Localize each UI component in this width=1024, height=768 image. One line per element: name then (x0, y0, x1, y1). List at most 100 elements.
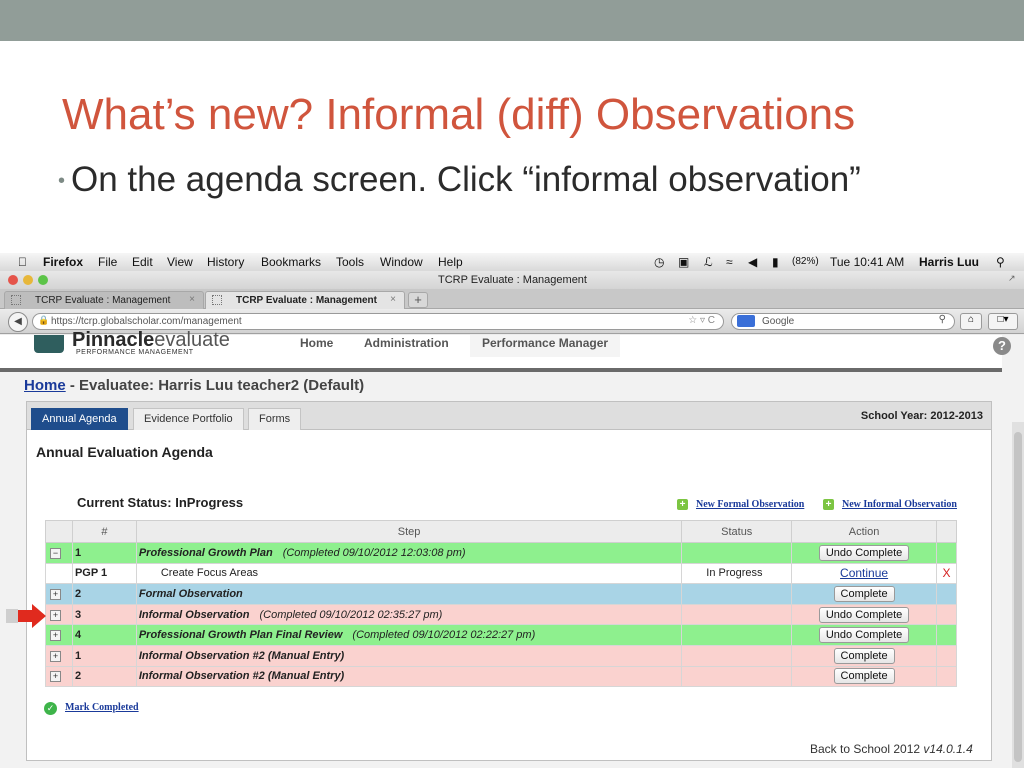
step-note: (Completed 09/10/2012 12:03:08 pm) (282, 546, 466, 559)
logo-subtitle: PERFORMANCE MANAGEMENT (76, 349, 194, 356)
spotlight-icon[interactable]: ⚲ (996, 255, 1005, 269)
slide-title: What’s new? Informal (diff) Observations (62, 90, 856, 139)
row-delete (935, 624, 958, 646)
nav-performance-manager[interactable]: Performance Manager (470, 335, 621, 357)
close-window-icon[interactable] (8, 275, 18, 285)
back-arrow-icon[interactable]: ◀ (8, 312, 28, 332)
complete-button[interactable]: Complete (833, 647, 895, 664)
home-icon[interactable]: ⌂ (960, 313, 982, 330)
agenda-panel: Annual Agenda Evidence Portfolio Forms S… (26, 401, 992, 761)
google-engine-icon[interactable] (737, 315, 755, 327)
step-name: Informal Observation #2 (Manual Entry) (138, 649, 345, 662)
expand-icon[interactable]: + (50, 671, 61, 683)
download-menu-icon[interactable]: □▾ (988, 313, 1018, 330)
logo-light: evaluate (154, 329, 230, 351)
lock-icon: 🔒 (38, 315, 50, 325)
help-icon[interactable]: ? (993, 337, 1011, 355)
row-step: Informal Observation #2 (Manual Entry) (135, 665, 683, 688)
tab-annual-agenda[interactable]: Annual Agenda (31, 408, 128, 430)
window-titlebar: TCRP Evaluate : Management ↗ (0, 271, 1024, 289)
row-action: Complete (791, 644, 937, 667)
header-status[interactable]: Status (681, 520, 793, 543)
complete-button[interactable]: Complete (833, 668, 895, 685)
bookmark-star-reload-icon[interactable]: ☆ ▿ C (688, 315, 715, 326)
slide-bullet: • On the agenda screen. Click “informal o… (58, 160, 861, 200)
browser-screenshot:  Firefox File Edit View History Bookmar… (0, 253, 1024, 768)
expand-icon[interactable]: + (50, 650, 61, 662)
fullscreen-icon[interactable]: ↗ (1008, 273, 1016, 284)
undo-complete-button[interactable]: Undo Complete (818, 627, 910, 644)
url-input[interactable]: 🔒 https://tcrp.globalscholar.com/managem… (32, 313, 724, 330)
header-step[interactable]: Step (135, 520, 683, 543)
browser-tab-1[interactable]: TCRP Evaluate : Management × (4, 291, 204, 309)
minimize-window-icon[interactable] (23, 275, 33, 285)
pinnacle-logo-icon (34, 335, 64, 353)
menu-history[interactable]: History (207, 255, 244, 269)
battery-percent: (82%) (792, 256, 819, 267)
header-delete (935, 520, 958, 543)
undo-complete-button[interactable]: Undo Complete (818, 544, 910, 561)
battery-icon[interactable]: ▮ (772, 255, 779, 269)
page-scrollbar[interactable] (1012, 422, 1024, 768)
table-row: PGP 1 Create Focus Areas In Progress Con… (45, 562, 958, 585)
new-informal-observation-link[interactable]: New Informal Observation (842, 499, 957, 510)
apple-icon[interactable]:  (18, 255, 27, 269)
header-action[interactable]: Action (791, 520, 937, 543)
complete-button[interactable]: Complete (833, 585, 895, 602)
collapse-icon[interactable]: − (50, 547, 61, 559)
nav-administration[interactable]: Administration (352, 335, 461, 351)
delete-x-icon[interactable]: X (942, 566, 950, 580)
bluetooth-icon[interactable]: ℒ (704, 255, 713, 269)
table-row: + 1 Informal Observation #2 (Manual Entr… (45, 644, 958, 667)
continue-link[interactable]: Continue (840, 566, 888, 580)
display-icon[interactable]: ▣ (678, 255, 689, 269)
check-icon: ✓ (44, 702, 57, 715)
wifi-icon[interactable]: ≈ (726, 255, 733, 269)
menu-file[interactable]: File (98, 255, 117, 269)
browser-tab-2[interactable]: TCRP Evaluate : Management × (205, 291, 405, 309)
step-name: Informal Observation #2 (Manual Entry) (138, 670, 345, 683)
menu-app-name[interactable]: Firefox (43, 255, 83, 269)
tab-forms[interactable]: Forms (248, 408, 302, 430)
expand-icon[interactable]: + (50, 588, 61, 600)
expand-icon[interactable]: + (50, 630, 61, 642)
row-step: Professional Growth Plan Final Review (Co… (135, 624, 683, 646)
expand-icon[interactable]: + (50, 609, 61, 621)
tab-evidence-portfolio[interactable]: Evidence Portfolio (133, 408, 244, 430)
menu-help[interactable]: Help (438, 255, 463, 269)
search-magnifier-icon[interactable]: ⚲ (939, 314, 946, 325)
menu-edit[interactable]: Edit (132, 255, 153, 269)
window-title: TCRP Evaluate : Management (438, 274, 587, 286)
table-header-row: # Step Status Action (45, 520, 958, 543)
tab-close-icon[interactable]: × (189, 294, 195, 305)
add-informal-plus-icon: + (823, 499, 834, 510)
row-status (681, 644, 793, 667)
menu-window[interactable]: Window (380, 255, 423, 269)
new-formal-observation-link[interactable]: New Formal Observation (696, 499, 804, 510)
step-note: (Completed 09/10/2012 02:22:27 pm) (352, 629, 536, 642)
footer-version-number: v14.0.1.4 (923, 742, 973, 756)
menubar-user[interactable]: Harris Luu (919, 255, 979, 269)
volume-icon[interactable]: ◀ (748, 255, 757, 269)
row-status: In Progress (681, 562, 793, 585)
mark-completed-link[interactable]: Mark Completed (65, 702, 139, 713)
menu-tools[interactable]: Tools (336, 255, 364, 269)
menu-view[interactable]: View (167, 255, 193, 269)
row-delete (935, 542, 958, 564)
menu-bookmarks[interactable]: Bookmarks (261, 255, 321, 269)
school-year: School Year: 2012-2013 (860, 410, 983, 422)
time-machine-icon[interactable]: ◷ (654, 255, 664, 269)
row-expander-empty (45, 562, 73, 585)
nav-home[interactable]: Home (288, 335, 345, 351)
browser-tab-label: TCRP Evaluate : Management (236, 295, 377, 306)
new-tab-plus-icon[interactable]: + (408, 292, 428, 308)
header-number[interactable]: # (71, 520, 137, 543)
undo-complete-button[interactable]: Undo Complete (818, 606, 910, 623)
table-row: − 1 Professional Growth Plan (Completed 0… (45, 542, 958, 564)
breadcrumb-home-link[interactable]: Home (24, 377, 66, 394)
menubar-clock[interactable]: Tue 10:41 AM (830, 255, 904, 269)
zoom-window-icon[interactable] (38, 275, 48, 285)
search-input[interactable]: Google ⚲ (731, 313, 955, 330)
scrollbar-thumb[interactable] (1014, 432, 1022, 762)
tab-close-icon[interactable]: × (390, 294, 396, 305)
